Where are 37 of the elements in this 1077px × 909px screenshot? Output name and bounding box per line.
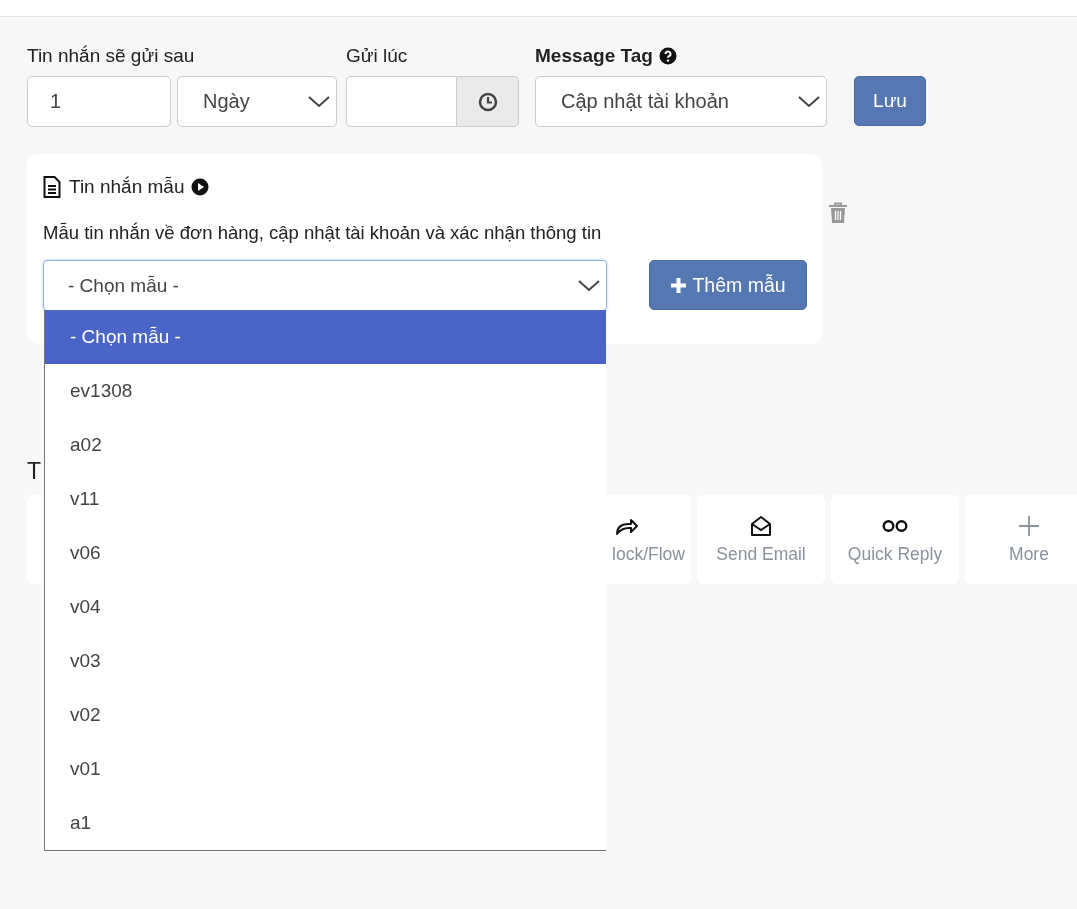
trash-icon[interactable] [828,202,848,224]
dropdown-option[interactable]: ev1308 [45,364,606,418]
plus-icon [1018,515,1040,537]
message-tag-label: Message Tag [535,44,653,67]
dropdown-option[interactable]: - Chọn mẫu - [45,310,606,364]
plus-icon [670,276,688,294]
play-icon[interactable] [191,178,210,196]
action-label: More [1009,544,1049,565]
open-envelope-icon [750,515,772,537]
action-label: Send Email [716,544,806,565]
dropdown-option[interactable]: v01 [45,742,606,796]
help-icon[interactable] [658,46,677,65]
dropdown-option[interactable]: v02 [45,688,606,742]
card-title: Tin nhắn mẫu [69,176,185,198]
action-label: lock/Flow [612,544,685,565]
card-description: Mẫu tin nhắn về đơn hàng, cập nhật tài khoản và xác nhận thông tin [43,222,603,244]
section-heading: T [27,457,42,486]
document-icon [43,176,61,198]
delay-field[interactable]: 1 [27,76,171,127]
delay-label: Tin nhắn sẽ gửi sau [27,44,196,67]
save-button[interactable]: Lưu [854,76,926,126]
dropdown-option[interactable]: v03 [45,634,606,688]
dropdown-option[interactable]: a02 [45,418,606,472]
chevron-down-icon [308,95,330,108]
clock-button[interactable] [457,76,519,127]
time-label: Gửi lúc [346,44,409,67]
unit-select[interactable]: Ngày [177,76,337,127]
message-tag-select[interactable]: Cập nhật tài khoản [535,76,827,127]
clock-icon [477,91,498,112]
two-circles-icon [882,519,908,533]
share-arrow-icon [615,517,639,535]
chevron-down-icon [578,279,600,292]
add-template-button[interactable]: Thêm mẫu [649,260,807,310]
action-label: Quick Reply [847,544,943,565]
dropdown-option[interactable]: a1 [45,796,606,850]
time-field[interactable] [346,76,457,127]
chevron-down-icon [798,95,820,108]
